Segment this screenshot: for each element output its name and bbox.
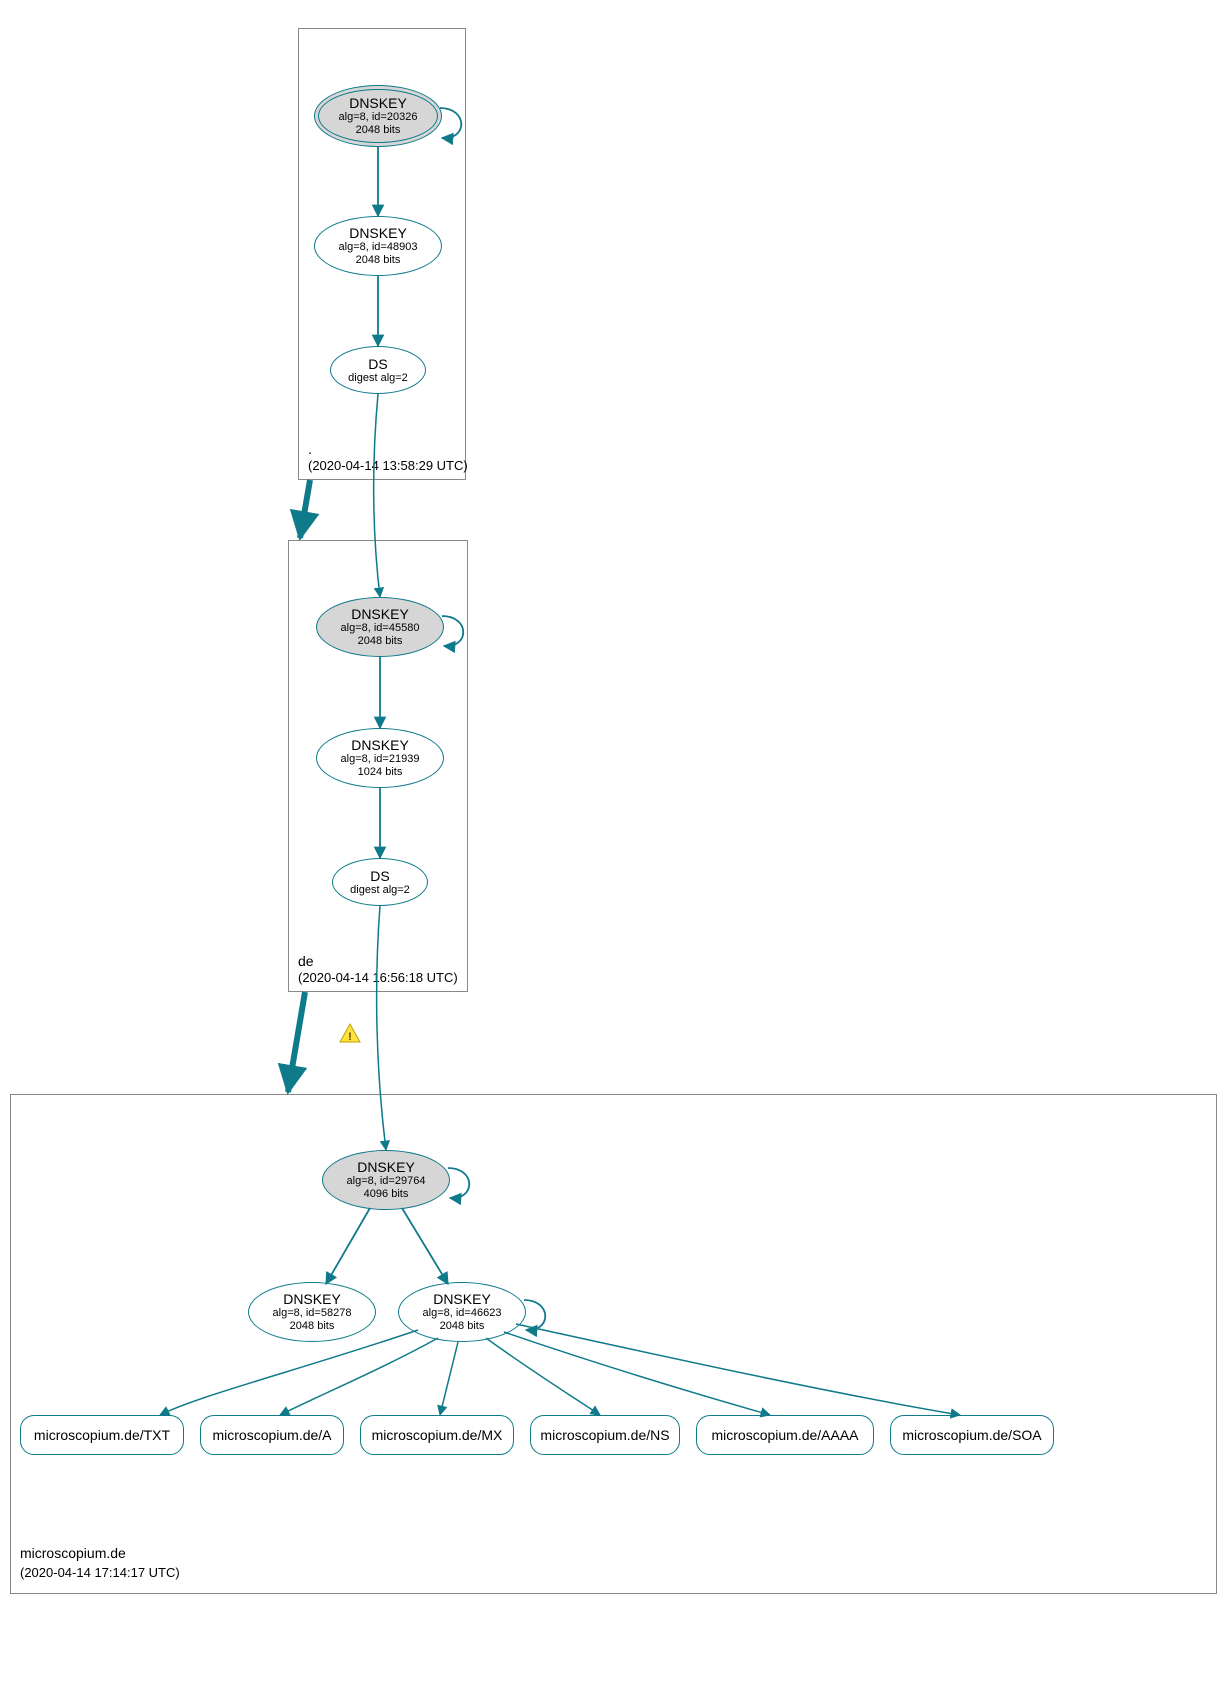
node-sub: 2048 bits bbox=[356, 124, 401, 137]
zone-label-de: de bbox=[298, 953, 314, 969]
rrset-aaaa: microscopium.de/AAAA bbox=[696, 1415, 874, 1455]
zone-ts-de: (2020-04-14 16:56:18 UTC) bbox=[298, 970, 458, 985]
node-de-ds: DS digest alg=2 bbox=[332, 858, 428, 906]
node-title: DNSKEY bbox=[351, 737, 409, 753]
rrset-label: microscopium.de/SOA bbox=[902, 1427, 1041, 1443]
node-title: DNSKEY bbox=[433, 1291, 491, 1307]
node-domain-zsk2: DNSKEY alg=8, id=46623 2048 bits bbox=[398, 1282, 526, 1342]
warning-icon: ! bbox=[340, 1024, 360, 1043]
zone-label-domain: microscopium.de bbox=[20, 1545, 126, 1561]
node-sub: alg=8, id=20326 bbox=[339, 111, 418, 124]
node-root-zsk: DNSKEY alg=8, id=48903 2048 bits bbox=[314, 216, 442, 276]
node-title: DNSKEY bbox=[283, 1291, 341, 1307]
rrset-mx: microscopium.de/MX bbox=[360, 1415, 514, 1455]
rrset-a: microscopium.de/A bbox=[200, 1415, 344, 1455]
node-sub: 2048 bits bbox=[356, 254, 401, 267]
node-sub: alg=8, id=58278 bbox=[273, 1307, 352, 1320]
rrset-ns: microscopium.de/NS bbox=[530, 1415, 680, 1455]
node-de-ksk: DNSKEY alg=8, id=45580 2048 bits bbox=[316, 597, 444, 657]
node-title: DS bbox=[370, 868, 389, 884]
node-sub: 2048 bits bbox=[290, 1320, 335, 1333]
node-sub: digest alg=2 bbox=[348, 372, 408, 385]
node-sub: alg=8, id=29764 bbox=[347, 1175, 426, 1188]
node-sub: 2048 bits bbox=[440, 1320, 485, 1333]
node-sub: alg=8, id=48903 bbox=[339, 241, 418, 254]
rrset-label: microscopium.de/NS bbox=[540, 1427, 669, 1443]
node-de-zsk: DNSKEY alg=8, id=21939 1024 bits bbox=[316, 728, 444, 788]
rrset-label: microscopium.de/A bbox=[212, 1427, 331, 1443]
zone-ts-root: (2020-04-14 13:58:29 UTC) bbox=[308, 458, 468, 473]
node-root-ksk: DNSKEY alg=8, id=20326 2048 bits bbox=[314, 85, 442, 147]
node-title: DNSKEY bbox=[349, 225, 407, 241]
node-domain-zsk1: DNSKEY alg=8, id=58278 2048 bits bbox=[248, 1282, 376, 1342]
rrset-label: microscopium.de/TXT bbox=[34, 1427, 170, 1443]
zone-label-root: . bbox=[308, 441, 312, 457]
node-root-ds: DS digest alg=2 bbox=[330, 346, 426, 394]
node-sub: 2048 bits bbox=[358, 635, 403, 648]
node-sub: alg=8, id=46623 bbox=[423, 1307, 502, 1320]
node-title: DS bbox=[368, 356, 387, 372]
node-sub: 1024 bits bbox=[358, 766, 403, 779]
zone-ts-domain: (2020-04-14 17:14:17 UTC) bbox=[20, 1565, 180, 1580]
node-sub: alg=8, id=45580 bbox=[341, 622, 420, 635]
svg-text:!: ! bbox=[348, 1031, 352, 1043]
node-domain-ksk: DNSKEY alg=8, id=29764 4096 bits bbox=[322, 1150, 450, 1210]
node-sub: 4096 bits bbox=[364, 1188, 409, 1201]
node-sub: alg=8, id=21939 bbox=[341, 753, 420, 766]
node-title: DNSKEY bbox=[351, 606, 409, 622]
rrset-label: microscopium.de/MX bbox=[372, 1427, 503, 1443]
rrset-label: microscopium.de/AAAA bbox=[711, 1427, 858, 1443]
node-title: DNSKEY bbox=[357, 1159, 415, 1175]
node-title: DNSKEY bbox=[349, 95, 407, 111]
rrset-txt: microscopium.de/TXT bbox=[20, 1415, 184, 1455]
node-sub: digest alg=2 bbox=[350, 884, 410, 897]
zone-box-domain bbox=[10, 1094, 1217, 1594]
rrset-soa: microscopium.de/SOA bbox=[890, 1415, 1054, 1455]
